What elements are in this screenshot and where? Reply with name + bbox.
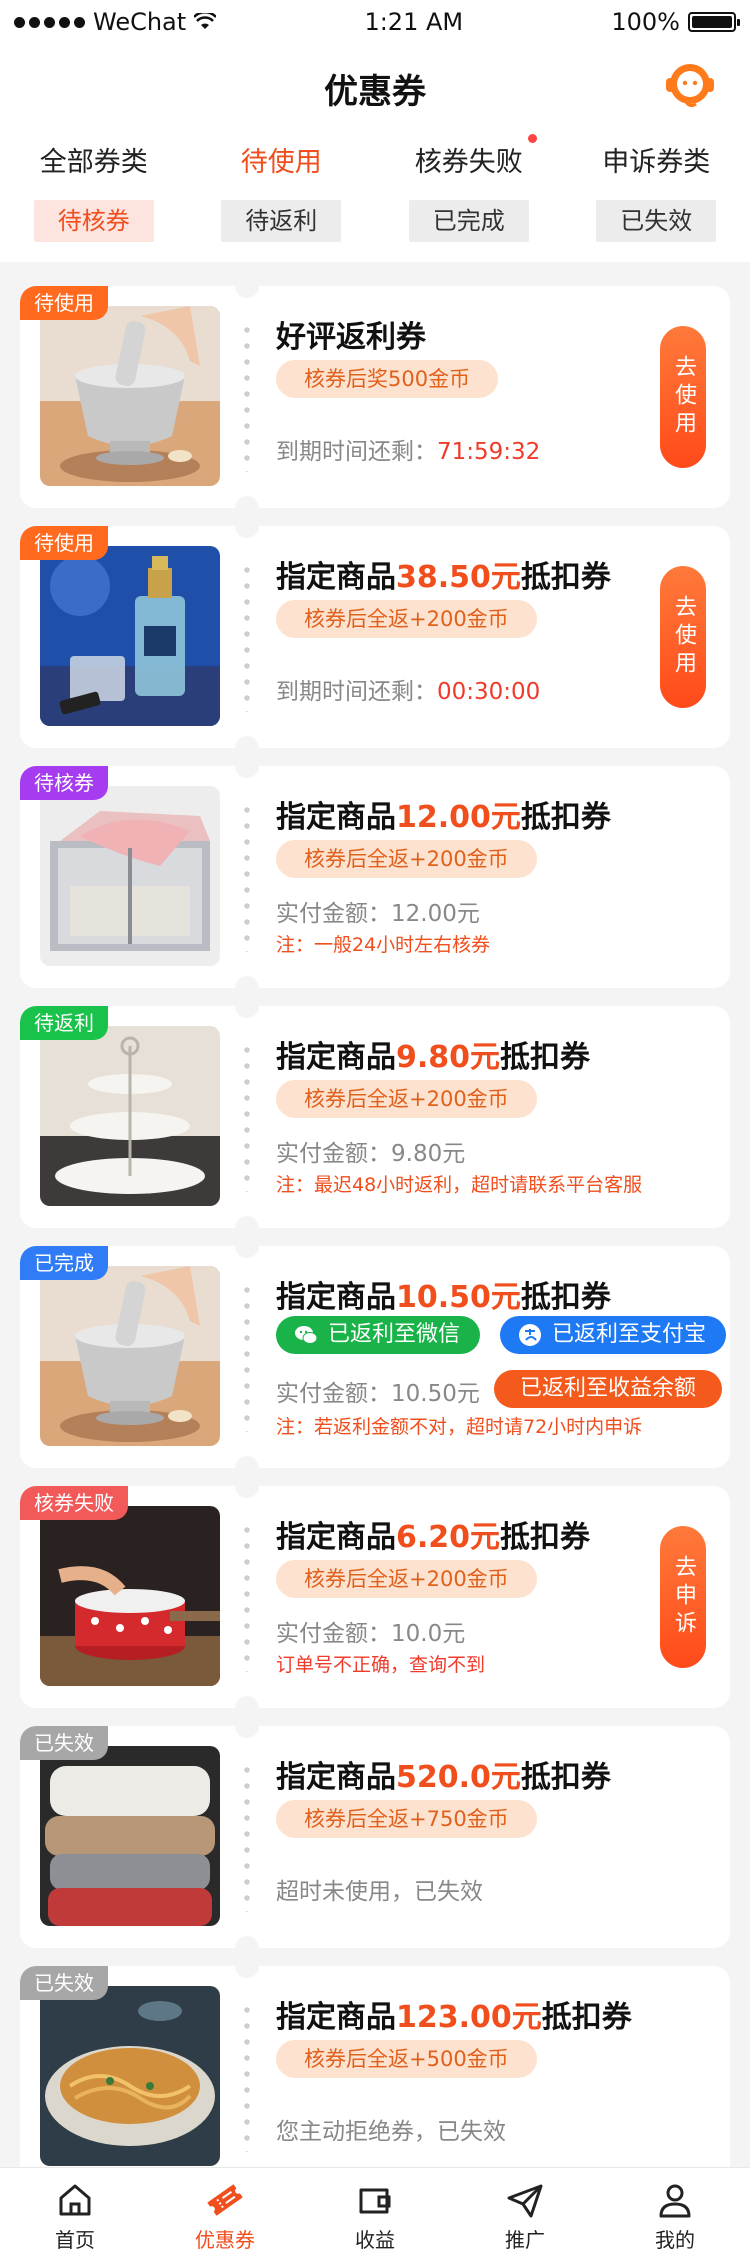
sub-tab-bar: 待核券 待返利 已完成 已失效	[0, 200, 750, 244]
coupon-title: 指定商品123.00元抵扣券	[276, 2000, 632, 2035]
coupon-title: 指定商品9.80元抵扣券	[276, 1040, 591, 1075]
nav-coupon[interactable]: 优惠券	[150, 2168, 300, 2257]
status-tag: 已失效	[20, 1726, 108, 1760]
use-button[interactable]: 去使用	[660, 566, 706, 708]
status-tag: 待使用	[20, 286, 108, 320]
status-bar: WeChat 1:21 AM 100%	[0, 0, 750, 44]
product-image	[40, 786, 220, 966]
subtab-completed[interactable]: 已完成	[408, 200, 529, 242]
header: 优惠券 全部券类 待使用 核券失败 申诉券类	[0, 44, 750, 193]
status-right: 100%	[611, 8, 740, 36]
coupon-card[interactable]: 已失效 指定商品520.0元抵扣券 核券后全返+750金币 超时未使用，已失效	[20, 1726, 730, 1948]
coupon-title: 指定商品38.50元抵扣券	[276, 560, 611, 595]
tab-verify-failed[interactable]: 核券失败	[375, 134, 563, 180]
reward-pill: 核券后全返+500金币	[276, 2040, 537, 2078]
reward-pill: 核券后全返+750金币	[276, 1800, 537, 1838]
coupon-title: 指定商品6.20元抵扣券	[276, 1520, 591, 1555]
status-tag: 待核券	[20, 766, 108, 800]
clock: 1:21 AM	[364, 8, 464, 36]
product-image	[40, 546, 220, 726]
expired-info: 超时未使用，已失效	[276, 1879, 483, 1905]
coupon-note: 注：若返利金额不对，超时请72小时内申诉	[276, 1416, 643, 1438]
reward-pill: 核券后全返+200金币	[276, 1080, 537, 1118]
coupon-note: 注：一般24小时左右核券	[276, 934, 491, 956]
unread-dot	[527, 134, 537, 143]
coupon-card[interactable]: 待返利 指定商品9.80元抵扣券 核券后全返+200金币 实付金额：9.80元 …	[20, 1006, 730, 1228]
expiry-info: 到期时间还剩：00:30:00	[276, 679, 541, 705]
reward-pill: 核券后奖500金币	[276, 360, 499, 398]
bottom-nav: 首页 优惠券 收益 推广 我的	[0, 2167, 750, 2257]
user-icon	[659, 2184, 691, 2218]
tab-appeal[interactable]: 申诉券类	[563, 140, 750, 180]
alipay-rebate-badge: 已返利至支付宝	[500, 1316, 727, 1354]
subtab-expired[interactable]: 已失效	[596, 200, 717, 242]
paid-amount: 实付金额：12.00元	[276, 901, 480, 927]
reward-pill: 核券后全返+200金币	[276, 1560, 537, 1598]
product-image	[40, 1506, 220, 1686]
customer-service-icon[interactable]	[664, 58, 716, 110]
paid-amount: 实付金额：10.50元	[276, 1381, 480, 1407]
subtab-pending-rebate[interactable]: 待返利	[221, 200, 342, 242]
coupon-card[interactable]: 已失效 指定商品123.00元抵扣券 核券后全返+500金币 您主动拒绝券，已失…	[20, 1966, 730, 2188]
paid-amount: 实付金额：9.80元	[276, 1141, 466, 1167]
nav-earnings[interactable]: 收益	[300, 2168, 450, 2257]
coupon-icon	[207, 2184, 243, 2216]
subtab-pending-verify[interactable]: 待核券	[33, 200, 154, 242]
page-title: 优惠券	[324, 72, 426, 112]
nav-promote[interactable]: 推广	[450, 2168, 600, 2257]
product-image	[40, 306, 220, 486]
coupon-card[interactable]: 待使用 指定商品38.50元抵扣券 核券后全返+200金币 到期时间还剩：00:…	[20, 526, 730, 748]
balance-rebate-badge: 已返利至收益余额	[494, 1370, 723, 1408]
appeal-button[interactable]: 去申诉	[660, 1526, 706, 1668]
wallet-icon	[359, 2188, 391, 2214]
coupon-card[interactable]: 核券失败 指定商品6.20元抵扣券 核券后全返+200金币 实付金额：10.0元…	[20, 1486, 730, 1708]
coupon-note: 注：最迟48小时返利，超时请联系平台客服	[276, 1174, 643, 1196]
status-tag: 核券失败	[20, 1486, 128, 1520]
status-tag: 待返利	[20, 1006, 108, 1040]
nav-mine[interactable]: 我的	[600, 2168, 750, 2257]
coupon-title: 指定商品10.50元抵扣券	[276, 1280, 611, 1315]
product-image	[40, 1746, 220, 1926]
coupon-note: 订单号不正确，查询不到	[276, 1654, 486, 1676]
tab-pending-use[interactable]: 待使用	[188, 140, 376, 193]
status-tag: 待使用	[20, 526, 108, 560]
reward-pill: 核券后全返+200金币	[276, 840, 537, 878]
reward-pill: 核券后全返+200金币	[276, 600, 537, 638]
coupon-title: 指定商品12.00元抵扣券	[276, 800, 611, 835]
product-image	[40, 1026, 220, 1206]
battery-icon	[688, 12, 740, 32]
nav-home[interactable]: 首页	[0, 2168, 150, 2257]
status-left: WeChat	[14, 8, 217, 36]
coupon-title: 指定商品520.0元抵扣券	[276, 1760, 611, 1795]
battery-percent: 100%	[611, 8, 680, 36]
status-tag: 已完成	[20, 1246, 108, 1280]
send-icon	[507, 2184, 543, 2218]
product-image	[40, 1266, 220, 1446]
wechat-rebate-badge: 已返利至微信	[276, 1316, 481, 1354]
expiry-info: 到期时间还剩：71:59:32	[276, 439, 541, 465]
coupon-card[interactable]: 待使用 好评返利券 核券后奖500金币 到期时间还剩：71:59:32 去使用	[20, 286, 730, 508]
tab-all[interactable]: 全部券类	[0, 140, 188, 180]
use-button[interactable]: 去使用	[660, 326, 706, 468]
alipay-icon	[519, 1324, 541, 1346]
wifi-icon	[194, 13, 217, 29]
carrier-label: WeChat	[93, 8, 187, 36]
wechat-icon	[295, 1326, 318, 1344]
expired-info: 您主动拒绝券，已失效	[276, 2119, 506, 2145]
tab-bar: 全部券类 待使用 核券失败 申诉券类	[0, 134, 750, 193]
coupon-title: 好评返利券	[276, 320, 426, 355]
home-icon	[59, 2184, 91, 2216]
signal-icon	[14, 16, 85, 28]
coupon-card[interactable]: 已完成 指定商品10.50元抵扣券 已返利至微信 已返利至支付宝 实付金额：10…	[20, 1246, 730, 1468]
product-image	[40, 1986, 220, 2166]
status-tag: 已失效	[20, 1966, 108, 2000]
paid-amount: 实付金额：10.0元	[276, 1621, 466, 1647]
coupon-card[interactable]: 待核券 指定商品12.00元抵扣券 核券后全返+200金币 实付金额：12.00…	[20, 766, 730, 988]
